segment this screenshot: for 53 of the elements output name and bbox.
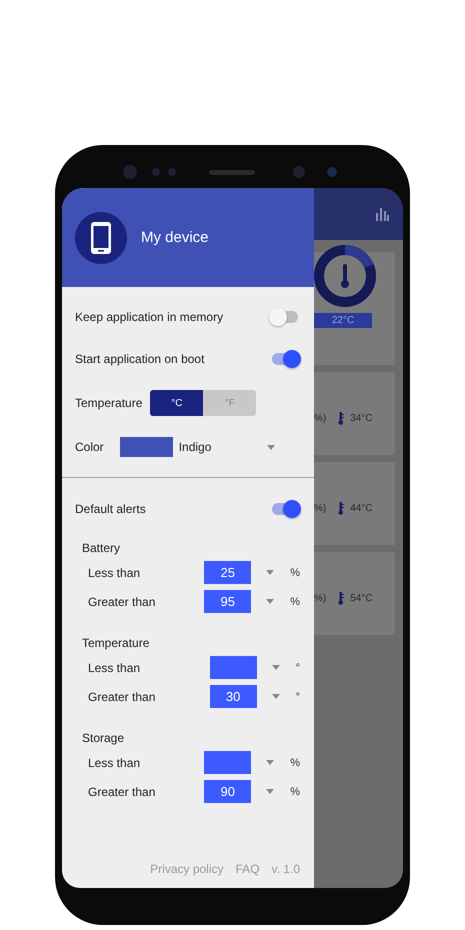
- caret-icon[interactable]: [266, 570, 274, 575]
- setting-label: Temperature: [75, 396, 142, 410]
- threshold-label: Greater than: [88, 594, 156, 608]
- thermometer-icon: [338, 412, 344, 425]
- version-label: v. 1.0: [272, 862, 300, 876]
- group-heading: Temperature: [82, 635, 150, 652]
- setting-label: Start application on boot: [75, 352, 204, 366]
- group-heading: Battery: [82, 540, 122, 557]
- caret-icon[interactable]: [267, 444, 275, 450]
- unit-label: %: [290, 566, 300, 578]
- unit-label: °: [296, 662, 300, 674]
- unit-label: °: [296, 690, 300, 702]
- caret-icon[interactable]: [272, 694, 280, 699]
- temperature-reading: 54°C: [350, 593, 373, 604]
- card-text: %): [314, 413, 326, 424]
- caret-icon[interactable]: [266, 760, 274, 765]
- temperature-reading: 44°C: [350, 503, 373, 514]
- phone-avatar-icon: [75, 212, 127, 264]
- card-text: %): [314, 593, 326, 604]
- gauge-reading: 22°C: [314, 313, 372, 328]
- caret-icon[interactable]: [272, 665, 280, 670]
- unit-label: %: [290, 596, 300, 608]
- threshold-field[interactable]: [204, 751, 252, 774]
- thermometer-icon: [338, 502, 344, 515]
- group-heading: Storage: [82, 730, 126, 747]
- ring-gauge-drawing: [314, 245, 376, 307]
- threshold-label: Less than: [88, 566, 142, 580]
- threshold-label: Greater than: [88, 784, 156, 798]
- setting-label: Keep application in memory: [75, 310, 224, 324]
- unit-tab[interactable]: °C: [150, 390, 204, 416]
- threshold-label: Less than: [88, 660, 142, 674]
- toggle-switch[interactable]: [272, 503, 298, 515]
- drawer-title: My device: [141, 229, 209, 246]
- caret-icon[interactable]: [266, 789, 274, 794]
- unit-label: %: [290, 786, 300, 798]
- toggle-switch[interactable]: [272, 311, 298, 323]
- unit-label: %: [290, 756, 300, 768]
- threshold-label: Greater than: [88, 690, 156, 704]
- setting-label: Color: [75, 440, 104, 454]
- threshold-label: Less than: [88, 756, 142, 770]
- card-text: %): [314, 503, 326, 514]
- setting-label: Default alerts: [75, 502, 146, 516]
- caret-icon[interactable]: [266, 599, 274, 604]
- threshold-field[interactable]: 90: [204, 780, 252, 803]
- bar-chart-icon[interactable]: [375, 207, 389, 221]
- threshold-field[interactable]: 25: [204, 561, 252, 584]
- dropdown-value[interactable]: Indigo: [178, 440, 212, 454]
- temperature-reading: 34°C: [350, 413, 373, 424]
- toggle-switch[interactable]: [272, 353, 298, 365]
- threshold-field[interactable]: [210, 656, 257, 679]
- threshold-field[interactable]: 95: [204, 590, 252, 613]
- threshold-field[interactable]: 30: [210, 685, 257, 708]
- thermometer-icon: [338, 592, 344, 605]
